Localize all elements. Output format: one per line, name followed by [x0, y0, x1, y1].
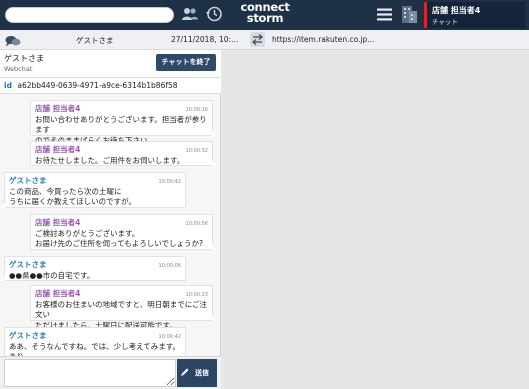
message-sender: ゲストさま: [9, 331, 47, 340]
guest-name-label: ゲストさま: [76, 36, 114, 45]
message-time: 10:00:23: [185, 292, 208, 298]
message-time: 10:00:42: [158, 179, 181, 185]
message-sender: 店舗 担当者4: [35, 145, 81, 154]
chat-info-bar: ゲストさま 27/11/2018, 10:... https://item.ra…: [0, 30, 529, 50]
message-text: この商品、今買ったら次の土曜に うちに届くか教えてほしいのですが。: [9, 186, 136, 207]
message-sender: 店舗 担当者4: [35, 289, 81, 298]
message-time: 10:00:32: [185, 148, 208, 154]
logo-line-2: storm: [246, 11, 284, 25]
chat-bubbles-icon: [5, 36, 21, 47]
user-panel[interactable]: 店舗 担当者4 チャット: [424, 2, 525, 28]
message-time: 10:00:06: [158, 263, 181, 269]
pen-icon: [181, 368, 189, 376]
users-icon[interactable]: [181, 6, 199, 22]
user-status: チャット: [432, 18, 458, 26]
message-item: 店舗 担当者4 10:00:23 お客様のお住まいの地域ですと、明日朝までにご注…: [30, 285, 217, 330]
send-label: 送信: [195, 369, 209, 377]
id-label: id: [4, 81, 12, 90]
message-time: 10:00:42: [158, 334, 181, 340]
building-icon[interactable]: [399, 3, 419, 25]
chat-panel: ゲストさま Webchat チャットを終了 id a62bb449-0639-4…: [0, 50, 221, 389]
message-list[interactable]: 店舗 担当者4 10:00:16 お問い合わせありがとうございます。担当者が参り…: [0, 94, 221, 356]
message-item: 店舗 担当者4 10:00:16 お問い合わせありがとうございます。担当者が参り…: [30, 100, 217, 145]
message-input[interactable]: [4, 359, 176, 387]
message-item: ゲストさま 10:00:42 ああ、そうなんですね。では、少し考えてみます。あり…: [4, 327, 186, 356]
user-name: 店舗 担当者4: [432, 6, 481, 15]
message-text: お待たせしました。ご用件をお伺いします。: [35, 155, 185, 165]
message-sender: 店舗 担当者4: [35, 104, 81, 113]
message-item: 店舗 担当者4 10:00:56 ご検討ありがとうございます。 お届け先のご住所…: [30, 214, 217, 250]
swap-icon[interactable]: [250, 32, 265, 47]
history-icon[interactable]: [205, 5, 223, 23]
message-time: 10:00:56: [185, 221, 208, 227]
chat-panel-header: ゲストさま Webchat チャットを終了: [0, 50, 221, 78]
chat-id-value: a62bb449-0639-4971-a9ce-6314b1b86f58: [17, 81, 178, 90]
message-text: ●●県●●市の自宅です。: [9, 270, 95, 280]
send-button[interactable]: 送信: [177, 359, 217, 387]
message-time: 10:00:16: [185, 107, 208, 113]
message-item: ゲストさま 10:00:06 ●●県●●市の自宅です。: [0, 256, 186, 281]
main-content-area: [222, 50, 529, 389]
chat-date: 27/11/2018, 10:...: [171, 35, 239, 44]
message-composer: 送信: [0, 356, 221, 389]
message-item: ゲストさま 10:00:42 この商品、今買ったら次の土曜に うちに届くか教えて…: [0, 172, 186, 208]
app-logo: connect storm: [236, 1, 294, 28]
chat-id-row: id a62bb449-0639-4971-a9ce-6314b1b86f58: [0, 78, 221, 94]
page-url[interactable]: https://item.rakuten.co.jp...: [272, 35, 374, 44]
top-bar: connect storm 店舗 担当者4 チャット: [0, 0, 529, 30]
menu-icon[interactable]: [377, 8, 392, 21]
message-sender: ゲストさま: [9, 260, 47, 269]
chat-source: Webchat: [4, 65, 33, 73]
search-input[interactable]: [5, 7, 174, 23]
end-chat-button[interactable]: チャットを終了: [156, 54, 216, 71]
message-text: ご検討ありがとうございます。 お届け先のご住所を伺ってもよろしいでしょうか?: [35, 228, 204, 249]
message-sender: 店舗 担当者4: [35, 218, 81, 227]
message-item: 店舗 担当者4 10:00:32 お待たせしました。ご用件をお伺いします。: [30, 141, 217, 166]
message-text: ああ、そうなんですね。では、少し考えてみます。あり がとうございました。: [9, 341, 180, 357]
customer-name: ゲストさま: [4, 54, 44, 63]
message-sender: ゲストさま: [9, 176, 47, 185]
